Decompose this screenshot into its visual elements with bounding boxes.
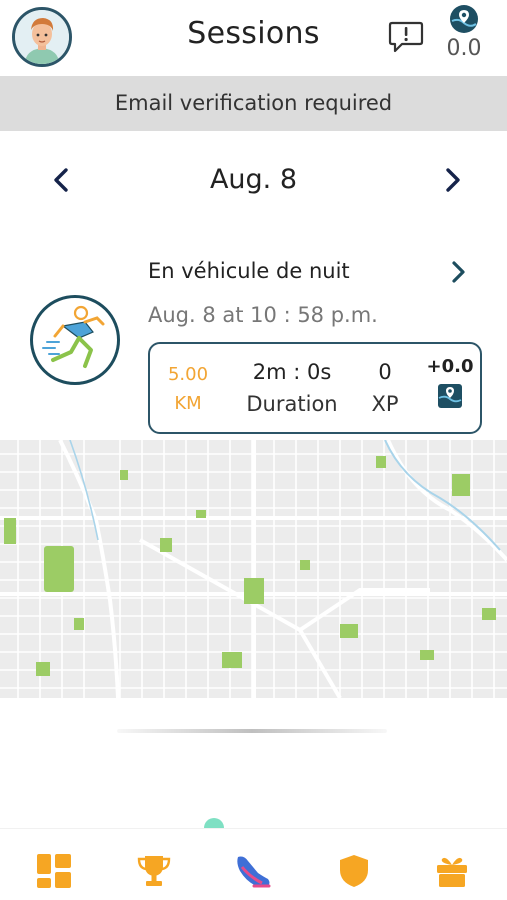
- distance-stat: 5.00 KM: [158, 364, 218, 414]
- xp-label: XP: [371, 392, 399, 416]
- map-pin-coin-icon: [438, 384, 462, 408]
- distance-value: 5.00: [167, 364, 209, 385]
- dashboard-icon: [37, 854, 71, 888]
- coins-value: +0.0: [426, 356, 474, 377]
- feedback-icon: [388, 21, 424, 53]
- email-verification-banner[interactable]: Email verification required: [0, 76, 507, 131]
- running-person-graphic: [42, 305, 105, 368]
- duration-stat: 2m : 0s Duration: [232, 360, 352, 416]
- gift-icon: [437, 857, 467, 887]
- xp-stat: 0 XP: [358, 360, 412, 416]
- nav-badges[interactable]: [336, 853, 376, 893]
- nav-dashboard[interactable]: [36, 853, 76, 893]
- date-navigation: Aug. 8: [0, 150, 507, 210]
- nav-sessions[interactable]: [234, 853, 274, 893]
- chevron-right-icon: [452, 261, 465, 283]
- content-divider: [117, 729, 387, 733]
- nav-rewards[interactable]: [434, 853, 474, 893]
- app-header: Sessions 0.0: [0, 0, 507, 76]
- duration-label: Duration: [246, 392, 338, 416]
- session-entry[interactable]: En véhicule de nuit Aug. 8 at 10 : 58 p.…: [0, 245, 507, 440]
- wallet-value: 0.0: [446, 36, 482, 61]
- page-title: Sessions: [187, 16, 320, 51]
- map-pin-coin-icon: [450, 5, 478, 33]
- open-session-button[interactable]: [444, 257, 472, 287]
- feedback-button[interactable]: [388, 20, 424, 54]
- shield-icon: [340, 855, 368, 887]
- distance-unit: KM: [174, 393, 202, 414]
- sneaker-icon: [237, 856, 271, 888]
- trophy-icon: [137, 856, 171, 886]
- nav-trophies[interactable]: [136, 853, 176, 893]
- session-stats-card: 5.00 KM 2m : 0s Duration 0 XP +0.0: [148, 342, 482, 434]
- coins-stat: +0.0: [422, 356, 478, 409]
- session-route-map[interactable]: [0, 440, 507, 698]
- wallet-balance[interactable]: 0.0: [440, 4, 488, 64]
- running-person-icon: [30, 295, 120, 385]
- session-timestamp: Aug. 8 at 10 : 58 p.m.: [148, 303, 378, 327]
- duration-value: 2m : 0s: [252, 360, 332, 384]
- next-date-button[interactable]: [434, 162, 470, 198]
- xp-value: 0: [378, 360, 392, 384]
- current-date-label: Aug. 8: [209, 164, 298, 195]
- chevron-right-icon: [446, 168, 460, 192]
- bottom-navigation: [0, 828, 507, 900]
- session-title: En véhicule de nuit: [148, 259, 350, 283]
- city-map: [0, 440, 507, 698]
